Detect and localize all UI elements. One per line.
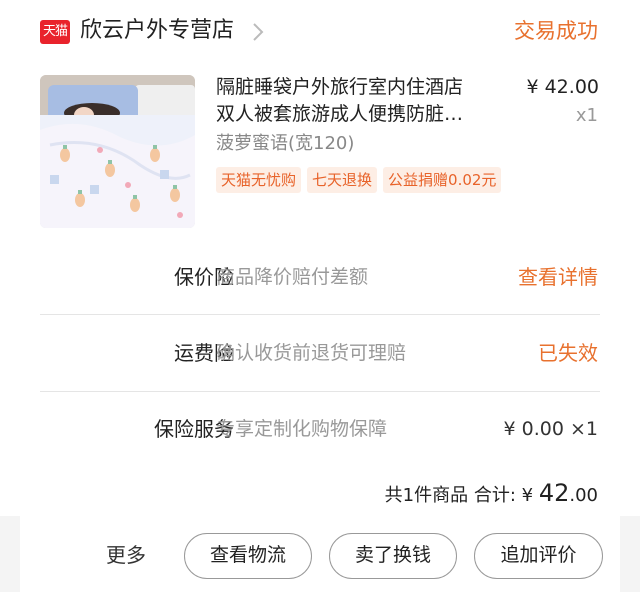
summary-prefix: 共1件商品 合计: ¥	[384, 485, 539, 506]
divider	[40, 314, 600, 315]
product-title-line-2: 双人被套旅游成人便携防脏…	[216, 103, 464, 125]
shipping-insurance-status: 已失效	[538, 341, 598, 365]
product-quantity: x1	[575, 105, 598, 126]
add-review-button[interactable]: 追加评价	[474, 533, 603, 579]
product-tags: 天猫无忧购 七天退换 公益捐赠0.02元	[216, 167, 502, 193]
tag-charity-donation[interactable]: 公益捐赠0.02元	[383, 167, 502, 193]
shop-name[interactable]: 欣云户外专营店	[80, 14, 234, 48]
tag-tmall-worry-free[interactable]: 天猫无忧购	[216, 167, 302, 193]
shipping-insurance-desc: 确认收货前退货可理赔	[216, 342, 407, 364]
divider	[40, 391, 600, 392]
summary-total-integer: 42	[538, 479, 570, 507]
tmall-logo-icon: 天猫	[40, 20, 70, 44]
sell-for-cash-button[interactable]: 卖了换钱	[329, 533, 457, 579]
product-title[interactable]: 隔脏睡袋户外旅行室内住酒店 双人被套旅游成人便携防脏…	[216, 74, 506, 128]
order-summary: 共1件商品 合计: ¥ 42.00	[385, 478, 598, 511]
product-image[interactable]	[40, 75, 195, 228]
more-button[interactable]: 更多	[106, 540, 146, 570]
order-status: 交易成功	[514, 19, 598, 43]
view-logistics-button[interactable]: 查看物流	[184, 533, 312, 579]
insurance-service-desc: 专享定制化购物保障	[216, 418, 388, 440]
chevron-right-icon[interactable]	[248, 20, 268, 44]
price-protection-details-link[interactable]: 查看详情	[518, 262, 598, 292]
summary-total-decimal: .00	[569, 485, 598, 506]
product-sku: 菠萝蜜语(宽120)	[216, 133, 355, 154]
insurance-service-price: ¥ 0.00 ×1	[503, 418, 598, 440]
price-protection-desc: 商品降价赔付差额	[216, 266, 369, 288]
tag-seven-day-return[interactable]: 七天退换	[307, 167, 378, 193]
shop-header[interactable]: 天猫 欣云户外专营店 交易成功	[0, 0, 640, 64]
product-title-line-1: 隔脏睡袋户外旅行室内住酒店	[216, 76, 464, 98]
product-price: ¥ 42.00	[526, 76, 599, 98]
